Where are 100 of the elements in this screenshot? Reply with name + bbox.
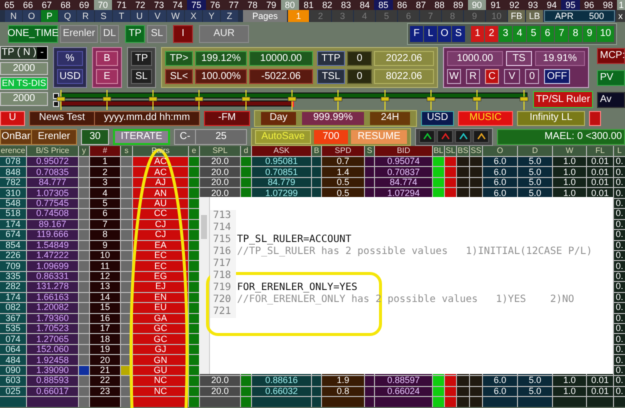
number-tab[interactable]: 71 <box>112 0 131 10</box>
iterate-button[interactable]: ITERATE <box>113 128 170 144</box>
side-button[interactable] <box>589 110 601 126</box>
number-tab[interactable]: 73 <box>150 0 168 10</box>
option-button[interactable]: USD <box>421 110 454 126</box>
trail-option-button[interactable]: 0 <box>525 69 539 84</box>
number-tab[interactable]: 77 <box>224 0 244 10</box>
close-button[interactable]: x <box>616 10 625 22</box>
slot-button[interactable]: 6 <box>541 26 554 42</box>
number-tab[interactable]: 93 <box>524 0 542 10</box>
filter-button[interactable]: L <box>424 26 437 42</box>
trail-option-button[interactable]: R <box>466 69 480 84</box>
number-tab[interactable]: 91 <box>486 0 505 10</box>
side-panel-button[interactable]: PV <box>597 70 625 86</box>
slot-button[interactable]: 3 <box>499 26 512 42</box>
number-tab[interactable]: 78 <box>243 0 262 10</box>
side-button[interactable]: B <box>96 51 118 66</box>
letter-tab[interactable]: Z <box>221 10 238 22</box>
letter-tab[interactable]: P <box>41 10 58 22</box>
apr-field[interactable]: APR 500 <box>544 10 615 22</box>
mode-button[interactable]: Erenler <box>60 24 98 42</box>
hours-button[interactable]: 24H <box>370 112 410 124</box>
letter-tab[interactable]: O <box>23 10 40 22</box>
mode-button[interactable]: ONE_TIME <box>8 24 58 42</box>
filter-button[interactable]: S <box>452 26 465 42</box>
trail-option-button[interactable]: OFF <box>544 69 570 84</box>
mode-button[interactable]: DL <box>100 24 119 42</box>
scrollbar[interactable] <box>199 197 210 374</box>
number-tab[interactable]: 82 <box>318 0 337 10</box>
mode-button[interactable]: TP <box>125 24 145 42</box>
letter-tab[interactable]: W <box>167 10 184 22</box>
erenler-button[interactable]: Erenler <box>32 130 76 144</box>
type-button[interactable]: SL <box>131 69 152 84</box>
number-tab[interactable]: 87 <box>411 0 430 10</box>
signal-button[interactable] <box>473 130 489 143</box>
slot-button[interactable]: 5 <box>527 26 540 42</box>
letter-tab[interactable]: U <box>131 10 148 22</box>
trail-option-button[interactable]: W <box>447 69 461 84</box>
number-tab[interactable]: 88 <box>430 0 449 10</box>
number-tab[interactable]: 85 <box>374 0 393 10</box>
number-tab[interactable]: 94 <box>542 0 562 10</box>
letter-tab[interactable]: Y <box>203 10 220 22</box>
slot-button[interactable]: 1 <box>471 26 484 42</box>
trail-option-button[interactable]: V <box>504 69 520 84</box>
letter-tab[interactable]: S <box>95 10 112 22</box>
trailing-button[interactable]: TSL <box>317 69 345 84</box>
filter-button[interactable]: O <box>438 26 451 42</box>
letter-tab[interactable]: X <box>185 10 202 22</box>
unit-button[interactable]: % <box>57 51 83 66</box>
letter-tab[interactable]: T <box>113 10 130 22</box>
number-tab[interactable]: 68 <box>56 0 75 10</box>
number-tab[interactable]: 74 <box>168 0 188 10</box>
slot-button[interactable]: 7 <box>555 26 568 42</box>
number-tab[interactable]: 72 <box>130 0 150 10</box>
number-tab[interactable]: 76 <box>206 0 224 10</box>
side-panel-button[interactable]: MCP: <box>597 48 625 64</box>
mode-button[interactable]: I <box>173 24 193 42</box>
letter-tab[interactable]: V <box>149 10 166 22</box>
letter-tab[interactable]: R <box>77 10 94 22</box>
slot-button[interactable]: 4 <box>513 26 526 42</box>
number-tab[interactable]: 89 <box>448 0 468 10</box>
number-tab[interactable]: 96 <box>580 0 598 10</box>
scrollbar-thumb[interactable] <box>201 215 207 239</box>
onbar-button[interactable]: OnBar <box>1 130 31 144</box>
number-tab[interactable]: 69 <box>74 0 94 10</box>
number-tab[interactable]: 98 <box>598 0 618 10</box>
number-tab[interactable]: 66 <box>18 0 38 10</box>
mode-button[interactable]: SL <box>147 24 167 42</box>
number-tab[interactable]: 83 <box>336 0 356 10</box>
signal-button[interactable] <box>437 130 453 143</box>
page-nav-button[interactable]: FB <box>508 10 525 22</box>
type-button[interactable]: TP <box>131 51 152 66</box>
fm-button[interactable]: -FM <box>204 110 250 126</box>
target-button[interactable]: TP> <box>165 51 193 66</box>
signal-button[interactable] <box>419 130 435 143</box>
target-button[interactable]: SL< <box>165 69 193 84</box>
filter-button[interactable]: F <box>410 26 423 42</box>
slot-button[interactable]: 2 <box>485 26 498 42</box>
side-button[interactable]: E <box>96 69 118 84</box>
slot-button[interactable]: 9 <box>583 26 596 42</box>
option-button[interactable]: Infinity LL <box>517 110 585 126</box>
page-nav-button[interactable]: LB <box>526 10 543 22</box>
ruler-button[interactable]: TP/SL Ruler <box>533 91 593 108</box>
signal-button[interactable] <box>455 130 471 143</box>
unit-button[interactable]: USD <box>57 69 83 84</box>
number-tab[interactable]: 84 <box>355 0 374 10</box>
trail-option-button[interactable]: C <box>485 69 499 84</box>
number-tab[interactable]: 75 <box>187 0 206 10</box>
ruler-slider-drawing[interactable] <box>53 90 529 110</box>
side-panel-button[interactable]: Av <box>597 92 625 108</box>
number-tab[interactable]: 86 <box>392 0 412 10</box>
number-tab[interactable]: 65 <box>0 0 19 10</box>
option-button[interactable]: MUSIC <box>458 110 513 126</box>
u-button[interactable]: U <box>0 110 25 126</box>
letter-tab[interactable]: Q <box>59 10 76 22</box>
slot-button[interactable]: 10 <box>597 26 614 42</box>
number-tab[interactable]: 95 <box>561 0 580 10</box>
toggle-button[interactable]: - <box>37 47 47 59</box>
number-tab[interactable]: 81 <box>299 0 318 10</box>
day-button[interactable]: Day <box>261 112 296 124</box>
